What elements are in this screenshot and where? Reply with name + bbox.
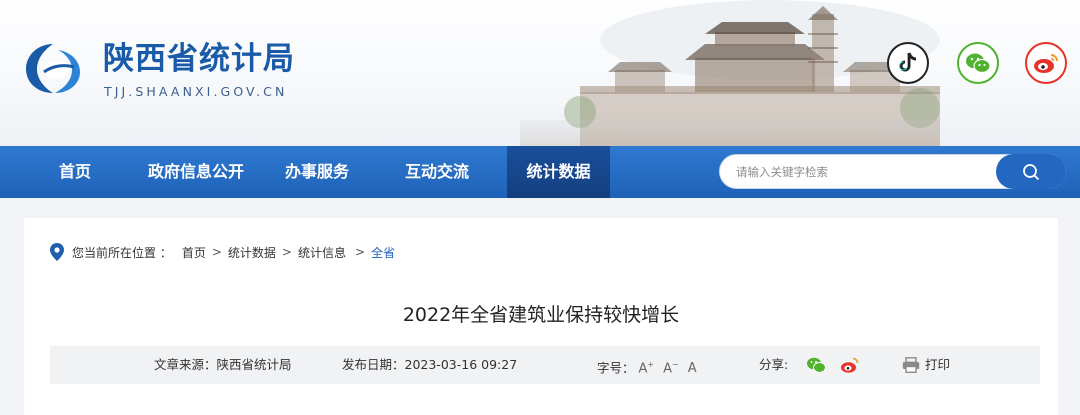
nav-item-services[interactable]: 办事服务 xyxy=(272,146,362,198)
font-increase-button[interactable]: A+ xyxy=(639,346,655,388)
breadcrumb-home[interactable]: 首页 xyxy=(182,244,206,261)
breadcrumb-separator: > xyxy=(281,245,292,259)
nav-item-statistics[interactable]: 统计数据 xyxy=(507,146,610,198)
breadcrumb-separator: > xyxy=(211,245,222,259)
article-source: 文章来源：陕西省统计局 xyxy=(154,357,292,372)
plus-icon: + xyxy=(647,360,655,369)
breadcrumb-statistics[interactable]: 统计数据 xyxy=(228,244,276,261)
breadcrumb-prefix: 您当前所在位置 ： xyxy=(72,245,172,260)
search-input[interactable] xyxy=(736,155,1006,188)
breadcrumb-separator: > xyxy=(355,245,366,259)
site-logo-icon[interactable] xyxy=(22,40,84,96)
font-size-control: 字号： A+ A− A xyxy=(597,346,697,384)
nav-item-interaction[interactable]: 互动交流 xyxy=(392,146,482,198)
weibo-icon[interactable] xyxy=(1025,42,1067,84)
location-pin-icon xyxy=(50,243,64,261)
site-domain: TJJ.SHAANXI.GOV.CN xyxy=(104,84,288,99)
search-icon xyxy=(1023,163,1040,180)
nav-item-gov-info[interactable]: 政府信息公开 xyxy=(134,146,258,198)
breadcrumb: 您当前所在位置 ： 首页 > 统计数据 > 统计信息 > 全省 xyxy=(50,242,395,262)
share-label: 分享: xyxy=(759,357,789,372)
site-title[interactable]: 陕西省统计局 xyxy=(103,44,295,75)
article-meta-bar: 文章来源：陕西省统计局 发布日期：2023-03-16 09:27 字号： A+ A… xyxy=(50,346,1040,384)
breadcrumb-stat-info[interactable]: 统计信息 xyxy=(298,244,346,261)
print-icon[interactable] xyxy=(902,357,920,373)
article-date: 发布日期：2023-03-16 09:27 xyxy=(342,357,518,372)
wechat-share-icon[interactable] xyxy=(806,356,826,374)
article-card: 您当前所在位置 ： 首页 > 统计数据 > 统计信息 > 全省 2022年全省建… xyxy=(24,218,1058,415)
nav-item-home[interactable]: 首页 xyxy=(42,146,108,198)
city-scenery-illustration xyxy=(520,0,940,146)
font-size-label: 字号： xyxy=(597,360,635,376)
font-reset-button[interactable]: A xyxy=(688,350,697,388)
minus-icon: − xyxy=(672,360,679,369)
font-decrease-label: A xyxy=(663,361,673,377)
search-button[interactable] xyxy=(996,154,1066,189)
article-title: 2022年全省建筑业保持较快增长 xyxy=(402,304,680,326)
font-decrease-button[interactable]: A− xyxy=(663,346,679,388)
weibo-share-icon[interactable] xyxy=(840,356,860,374)
print-button[interactable]: 打印 xyxy=(925,346,950,384)
header-banner: 陕西省统计局 TJJ.SHAANXI.GOV.CN xyxy=(0,0,1080,146)
breadcrumb-current[interactable]: 全省 xyxy=(371,244,395,261)
wechat-icon[interactable] xyxy=(957,42,999,84)
tiktok-icon[interactable] xyxy=(887,42,929,84)
